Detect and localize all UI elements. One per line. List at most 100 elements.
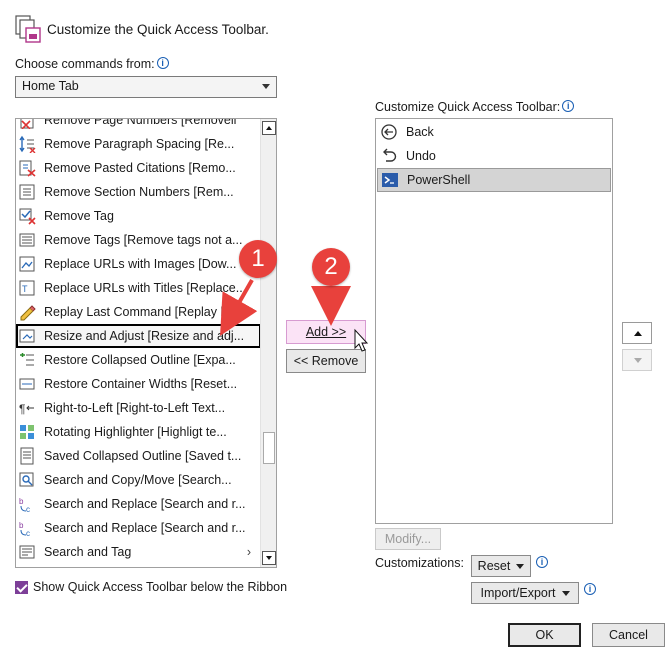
- search-replace-icon: bc: [18, 495, 36, 514]
- svg-text:c: c: [26, 505, 30, 513]
- modify-button: Modify...: [375, 528, 441, 550]
- commands-scrollbar[interactable]: [260, 119, 276, 567]
- command-list-item[interactable]: Remove Tag: [16, 204, 261, 228]
- show-below-ribbon-option[interactable]: Show Quick Access Toolbar below the Ribb…: [15, 580, 287, 594]
- qat-list[interactable]: Back Undo PowerShell: [375, 118, 613, 524]
- page-numbers-icon: [18, 119, 36, 130]
- commands-list[interactable]: Search and Tag › b c Search and Replace [Sea…: [15, 118, 277, 568]
- remove-button[interactable]: << Remove: [286, 349, 366, 373]
- dropdown-value: Home Tab: [22, 79, 79, 93]
- scroll-thumb[interactable]: [263, 432, 275, 464]
- qat-list-item[interactable]: Undo: [377, 144, 611, 168]
- show-below-ribbon-label: Show Quick Access Toolbar below the Ribb…: [33, 580, 288, 594]
- callout-2: 2: [312, 248, 350, 286]
- command-label: Search and Replace [Search and r...: [44, 497, 246, 511]
- info-icon[interactable]: i: [562, 100, 575, 112]
- command-list-item[interactable]: Replace URLs with Images [Dow...: [16, 252, 261, 276]
- svg-text:c: c: [26, 529, 30, 537]
- command-list-item[interactable]: ¶ Right-to-Left [Right-to-Left Text...: [16, 396, 261, 420]
- command-label: Remove Section Numbers [Rem...: [44, 185, 234, 199]
- svg-text:¶: ¶: [19, 402, 25, 416]
- powershell-icon: [381, 171, 399, 189]
- scroll-up-button[interactable]: [262, 121, 276, 135]
- search-replace-icon: bc: [18, 519, 36, 538]
- command-label: Remove Page Numbers [Removell: [44, 118, 237, 127]
- command-label: Replace URLs with Titles [Replace...: [44, 281, 247, 295]
- chevron-right-icon: ›: [246, 545, 251, 559]
- highlighter-icon: [18, 423, 36, 441]
- rtl-icon: ¶: [18, 399, 36, 417]
- add-button[interactable]: Add >>: [286, 320, 366, 344]
- move-up-button[interactable]: [622, 322, 652, 344]
- resize-icon: [18, 327, 36, 345]
- command-label: Replace URLs with Images [Dow...: [44, 257, 237, 271]
- import-export-button[interactable]: Import/Export: [471, 582, 579, 604]
- chevron-down-icon: [561, 591, 570, 597]
- command-label: Replay Last Command [Replay la...: [44, 305, 241, 319]
- command-list-item[interactable]: Restore Collapsed Outline [Expa...: [16, 348, 261, 372]
- info-icon[interactable]: i: [536, 556, 548, 568]
- command-list-item[interactable]: Remove Page Numbers [Removell: [16, 118, 261, 132]
- choose-commands-dropdown[interactable]: Home Tab: [15, 76, 277, 98]
- replay-icon: [18, 303, 36, 321]
- outline-restore-icon: [18, 351, 36, 369]
- move-down-button: [622, 349, 652, 371]
- qat-list-item[interactable]: Back: [377, 120, 611, 144]
- saved-outline-icon: [18, 447, 36, 465]
- search-tag-icon: [18, 543, 36, 561]
- command-label: Search and Tag: [44, 545, 132, 559]
- choose-commands-label: Choose commands from: i: [15, 57, 169, 71]
- command-list-item[interactable]: Saved Collapsed Outline [Saved t...: [16, 444, 261, 468]
- command-list-item[interactable]: Remove Paragraph Spacing [Re...: [16, 132, 261, 156]
- command-label: Resize and Adjust [Resize and adj...: [44, 329, 245, 343]
- section-numbers-icon: [18, 183, 36, 201]
- reset-button[interactable]: Reset: [471, 555, 531, 577]
- chevron-down-icon: [516, 564, 525, 570]
- url-image-icon: [18, 255, 36, 273]
- command-list-item[interactable]: b c Search and Replace [Search and r...: [16, 492, 261, 516]
- command-list-item[interactable]: Remove Tags [Remove tags not a...: [16, 228, 261, 252]
- command-label: Remove Tags [Remove tags not a...: [44, 233, 243, 247]
- search-copy-icon: [18, 471, 36, 489]
- qat-item-label: Undo: [406, 149, 436, 163]
- container-widths-icon: [18, 375, 36, 393]
- command-list-item[interactable]: Replay Last Command [Replay la...: [16, 300, 261, 324]
- command-label: Remove Paragraph Spacing [Re...: [44, 137, 235, 151]
- paragraph-spacing-icon: [18, 135, 36, 154]
- tags-remove-icon: [18, 231, 36, 249]
- chevron-down-icon: [262, 84, 270, 89]
- command-list-item[interactable]: Search and Copy/Move [Search...: [16, 468, 261, 492]
- command-list-item[interactable]: Search and Tag ›: [16, 540, 261, 564]
- back-icon: [380, 123, 398, 141]
- dialog-title: Customize the Quick Access Toolbar.: [47, 22, 269, 37]
- info-icon[interactable]: i: [584, 583, 596, 595]
- command-list-item[interactable]: b c Search and Replace [Search and r...: [16, 516, 261, 540]
- undo-icon: [380, 147, 398, 165]
- command-label: Search and Copy/Move [Search...: [44, 473, 232, 487]
- command-list-item[interactable]: Restore Container Widths [Reset...: [16, 372, 261, 396]
- command-list-item[interactable]: T Replace URLs with Titles [Replace...: [16, 276, 261, 300]
- qat-list-item[interactable]: PowerShell: [377, 168, 611, 192]
- callout-1: 1: [239, 240, 277, 278]
- command-list-item[interactable]: Rotating Highlighter [Highligt te...: [16, 420, 261, 444]
- show-below-ribbon-checkbox[interactable]: [15, 580, 28, 594]
- command-label: Restore Collapsed Outline [Expa...: [44, 353, 236, 367]
- svg-text:T: T: [22, 284, 28, 294]
- command-label: Rotating Highlighter [Highligt te...: [44, 425, 227, 439]
- ok-button[interactable]: OK: [508, 623, 581, 647]
- command-list-item[interactable]: Remove Section Numbers [Rem...: [16, 180, 261, 204]
- info-icon[interactable]: i: [156, 57, 169, 69]
- command-list-item[interactable]: Remove Pasted Citations [Remo...: [16, 156, 261, 180]
- command-label: Saved Collapsed Outline [Saved t...: [44, 449, 242, 463]
- command-label: Remove Pasted Citations [Remo...: [44, 161, 236, 175]
- qat-item-label: Back: [406, 125, 434, 139]
- customizations-label: Customizations:: [375, 556, 464, 570]
- customize-toolbar-icon: [14, 14, 42, 46]
- tag-remove-icon: [18, 207, 36, 225]
- qat-item-label: PowerShell: [407, 173, 471, 187]
- command-label: Search and Replace [Search and r...: [44, 521, 246, 535]
- cancel-button[interactable]: Cancel: [592, 623, 665, 647]
- svg-text:b: b: [19, 521, 24, 530]
- scroll-down-button[interactable]: [262, 551, 276, 565]
- command-list-item[interactable]: Resize and Adjust [Resize and adj...: [16, 324, 261, 348]
